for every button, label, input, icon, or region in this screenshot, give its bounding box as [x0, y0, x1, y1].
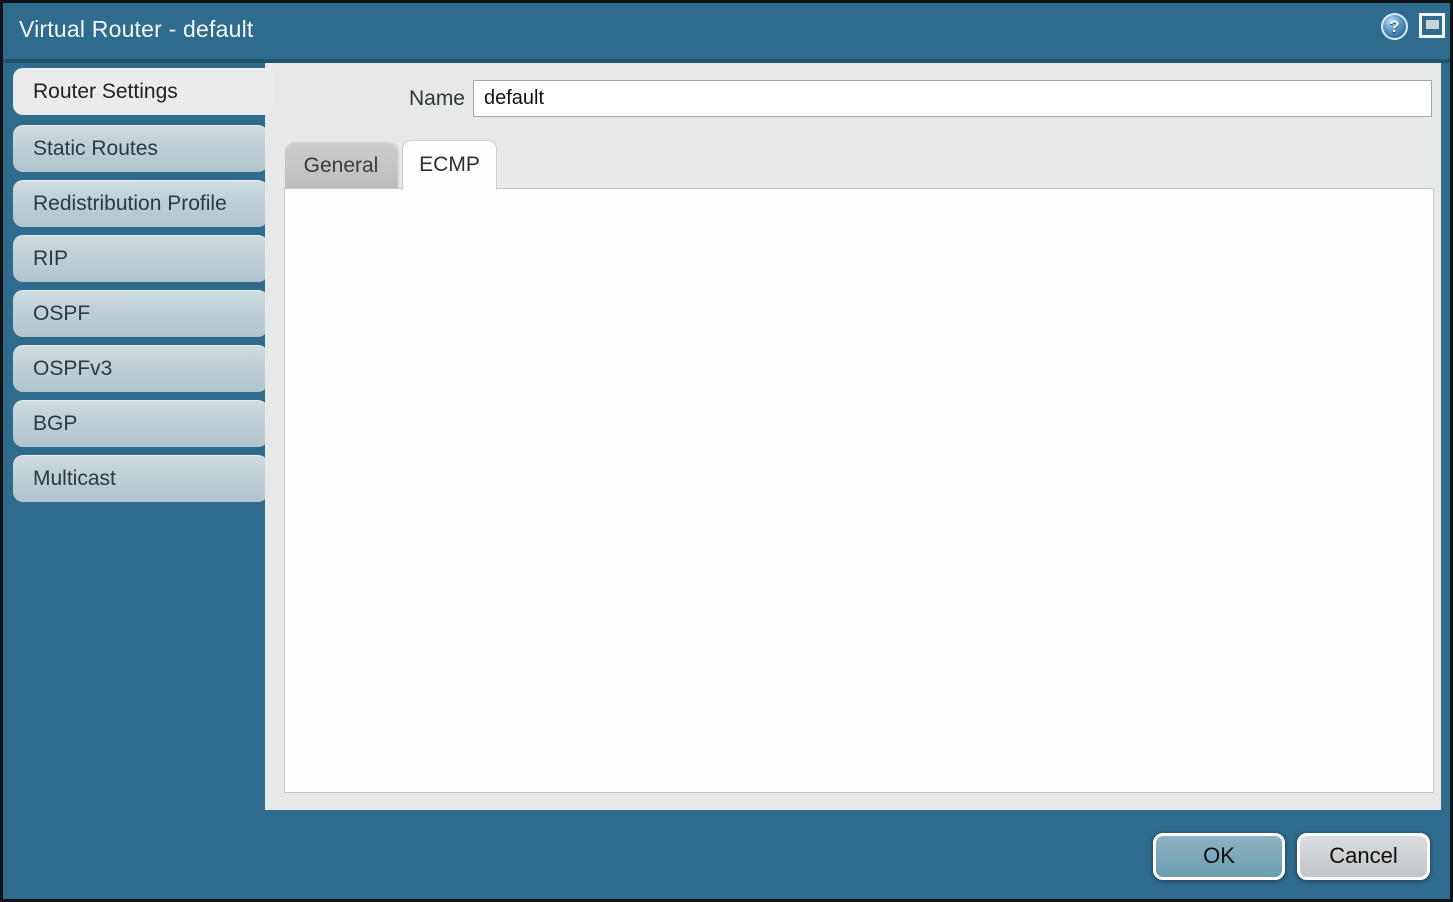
- sidebar-item-router-settings[interactable]: Router Settings: [13, 68, 273, 115]
- sidebar-item-ospf[interactable]: OSPF: [13, 290, 268, 337]
- sidebar-item-multicast[interactable]: Multicast: [13, 455, 268, 502]
- help-glyph: ?: [1389, 17, 1399, 37]
- titlebar: Virtual Router - default ?: [3, 3, 1450, 59]
- minimize-glyph: [1426, 20, 1439, 29]
- sidebar-item-static-routes[interactable]: Static Routes: [13, 125, 268, 172]
- cancel-button[interactable]: Cancel: [1297, 833, 1430, 880]
- tab-ecmp[interactable]: ECMP: [402, 140, 497, 190]
- name-input[interactable]: [473, 80, 1432, 117]
- sidebar-item-redistribution-profile[interactable]: Redistribution Profile: [13, 180, 268, 227]
- name-label: Name: [375, 87, 465, 111]
- tab-general[interactable]: General: [285, 143, 397, 189]
- sidebar-item-bgp[interactable]: BGP: [13, 400, 268, 447]
- help-icon[interactable]: ?: [1381, 13, 1408, 40]
- sidebar-item-rip[interactable]: RIP: [13, 235, 268, 282]
- ok-button[interactable]: OK: [1153, 833, 1285, 880]
- minimize-icon[interactable]: [1419, 13, 1445, 38]
- sidebar-item-ospfv3[interactable]: OSPFv3: [13, 345, 268, 392]
- virtual-router-dialog: Virtual Router - default ? Router Settin…: [0, 0, 1453, 902]
- dialog-title: Virtual Router - default: [19, 16, 254, 43]
- ecmp-tab-panel: [284, 188, 1434, 793]
